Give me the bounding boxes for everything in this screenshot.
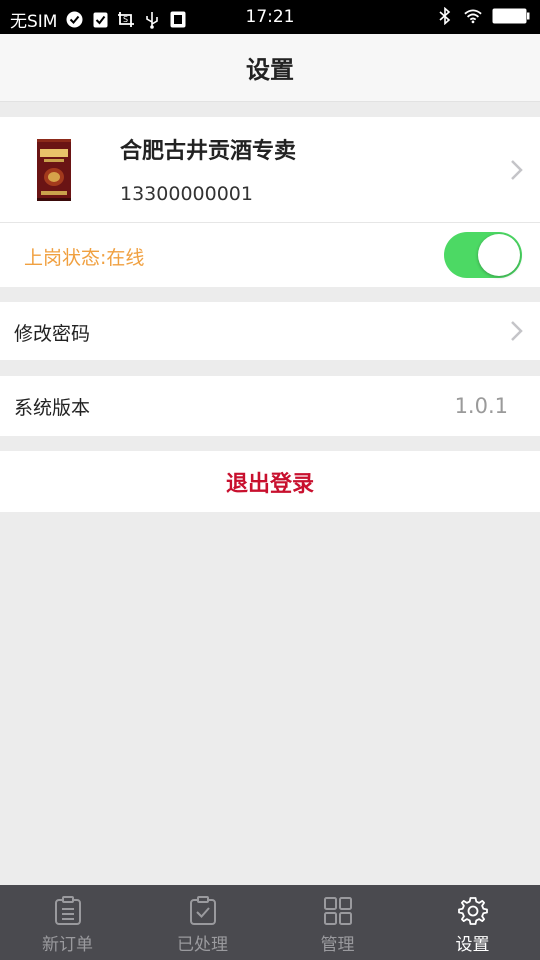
logout-button[interactable]: 退出登录	[226, 466, 314, 498]
tab-settings[interactable]: 设置	[405, 885, 540, 960]
nav-bar: 设置	[0, 34, 540, 102]
change-password-row[interactable]: 修改密码	[0, 302, 540, 360]
duty-status-row: 上岗状态:在线	[0, 223, 540, 287]
gear-icon	[457, 897, 488, 925]
toggle-knob	[478, 234, 520, 276]
system-version-label: 系统版本	[14, 397, 91, 419]
clipboard-list-icon	[54, 896, 81, 925]
battery-icon	[492, 7, 530, 25]
system-version-value: 1.0.1	[454, 394, 508, 418]
system-version-row: 系统版本 1.0.1	[0, 376, 540, 436]
tab-label: 设置	[455, 935, 490, 955]
logout-row: 退出登录	[0, 451, 540, 512]
bluetooth-icon	[436, 7, 454, 25]
tab-manage[interactable]: 管理	[270, 885, 405, 960]
tab-label: 已处理	[177, 935, 228, 955]
duty-status-label: 上岗状态:在线	[24, 247, 145, 269]
tab-processed[interactable]: 已处理	[135, 885, 270, 960]
tab-bar: 新订单 已处理 管理 设置	[0, 885, 540, 960]
profile-card[interactable]: 合肥古井贡酒专卖 13300000001	[0, 117, 540, 223]
chevron-right-icon	[511, 321, 523, 341]
wifi-icon	[464, 7, 482, 25]
product-image	[36, 139, 72, 201]
store-phone: 13300000001	[120, 183, 253, 205]
tab-label: 管理	[320, 935, 355, 955]
status-bar: 无SIM S 17:21	[0, 0, 540, 34]
status-right	[436, 7, 530, 25]
tab-label: 新订单	[42, 935, 93, 955]
page-title: 设置	[246, 56, 294, 84]
chevron-right-icon	[511, 160, 523, 180]
change-password-label: 修改密码	[14, 323, 91, 345]
store-name: 合肥古井贡酒专卖	[120, 139, 297, 164]
duty-status-toggle[interactable]	[444, 232, 522, 278]
grid-icon	[323, 897, 352, 925]
tab-new-orders[interactable]: 新订单	[0, 885, 135, 960]
clipboard-check-icon	[189, 896, 216, 925]
